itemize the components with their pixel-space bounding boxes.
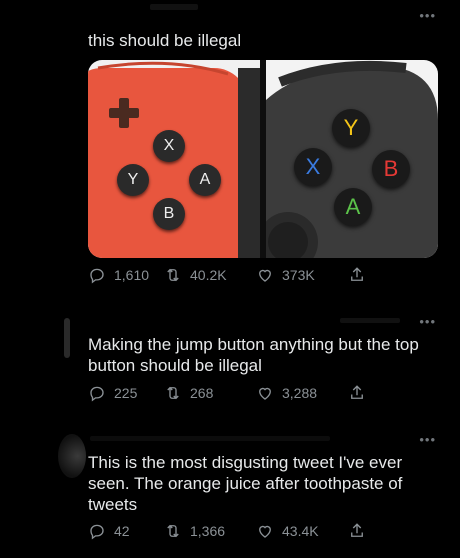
reply-count: 225: [114, 385, 138, 401]
tweet-text: Making the jump button anything but the …: [88, 335, 419, 375]
reply-count: 42: [114, 523, 130, 539]
reply-count: 1,610: [114, 267, 150, 283]
share-icon: [351, 523, 363, 537]
reply-button[interactable]: 42: [88, 522, 164, 540]
reply-button[interactable]: 1,610: [88, 266, 164, 284]
joycon-button-y: Y: [117, 164, 149, 196]
share-icon: [351, 385, 363, 399]
more-options-icon[interactable]: •••: [419, 8, 436, 23]
retweet-count: 268: [190, 385, 214, 401]
xbox-button-b: B: [372, 150, 410, 188]
tweet-actions: 42 1,366 43.4K: [88, 520, 420, 542]
tweet-media[interactable]: X Y A B Y X B A: [88, 60, 438, 258]
heart-icon: [259, 269, 271, 282]
like-count: 43.4K: [282, 523, 319, 539]
like-button[interactable]: 373K: [256, 266, 348, 284]
retweet-button[interactable]: 40.2K: [164, 266, 256, 284]
share-button[interactable]: [348, 522, 388, 540]
reply-icon: [90, 386, 104, 402]
username-obscured: [340, 318, 400, 323]
heart-icon: [259, 525, 271, 538]
share-button[interactable]: [348, 266, 388, 284]
xbox-button-a: A: [334, 188, 372, 226]
tweet-actions: 1,610 40.2K 373K: [88, 264, 420, 286]
retweet-button[interactable]: 268: [164, 384, 256, 402]
reply-icon: [90, 524, 104, 540]
like-button[interactable]: 43.4K: [256, 522, 348, 540]
xbox-button-y: Y: [332, 109, 370, 147]
retweet-icon: [167, 386, 179, 400]
username-obscured: [90, 436, 330, 441]
like-count: 373K: [282, 267, 315, 283]
more-options-icon[interactable]: •••: [419, 314, 436, 329]
retweet-icon: [167, 524, 179, 538]
like-button[interactable]: 3,288: [256, 384, 348, 402]
reply-button[interactable]: 225: [88, 384, 164, 402]
tweet-text: this should be illegal: [88, 31, 242, 50]
media-xbox-panel: [258, 60, 438, 258]
like-count: 3,288: [282, 385, 318, 401]
retweet-icon: [167, 268, 179, 282]
avatar[interactable]: [64, 318, 70, 358]
heart-icon: [259, 387, 271, 400]
joycon-button-a: A: [189, 164, 221, 196]
share-button[interactable]: [348, 384, 388, 402]
retweet-button[interactable]: 1,366: [164, 522, 256, 540]
tweet-actions: 225 268 3,288: [88, 382, 420, 404]
retweet-count: 1,366: [190, 523, 226, 539]
more-options-icon[interactable]: •••: [419, 432, 436, 447]
xbox-button-x: X: [294, 148, 332, 186]
joycon-button-b: B: [153, 198, 185, 230]
joycon-button-x: X: [153, 130, 185, 162]
avatar[interactable]: [58, 434, 86, 478]
retweet-count: 40.2K: [190, 267, 227, 283]
username-obscured: [150, 4, 198, 10]
tweet-text: This is the most disgusting tweet I've e…: [88, 453, 403, 514]
share-icon: [351, 267, 363, 281]
reply-icon: [90, 268, 104, 284]
